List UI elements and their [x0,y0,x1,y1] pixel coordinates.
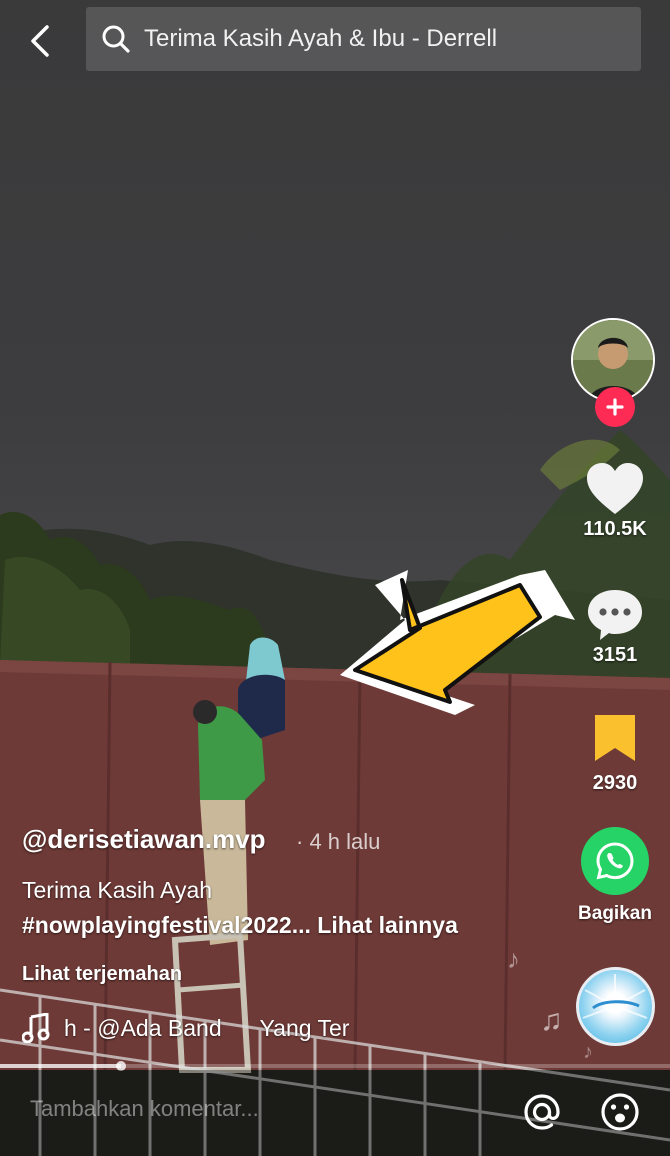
hashtag-line: #nowplayingfestival2022... Lihat lainnya [22,912,458,939]
heart-icon [587,463,643,514]
music-title: h - @Ada Band Yang Ter [64,1014,350,1041]
music-disc[interactable] [576,967,655,1046]
music-ticker[interactable]: h - @Ada Band Yang Ter [22,1011,372,1045]
see-more-link[interactable]: Lihat lainnya [317,912,458,938]
progress-fill [0,1064,121,1068]
emoji-icon[interactable] [598,1090,642,1134]
video-progress-bar[interactable] [0,1061,670,1071]
share-label: Bagikan [578,903,652,924]
like-button[interactable]: 110.5K [575,462,655,541]
comment-input[interactable]: Tambahkan komentar... [30,1096,259,1122]
svg-text:♪: ♪ [583,1041,593,1063]
svg-text:♪: ♪ [507,944,520,974]
see-translation-link[interactable]: Lihat terjemahan [22,963,182,986]
comment-count: 3151 [592,644,638,666]
back-button[interactable] [18,18,64,64]
comment-bubble-icon [588,590,642,640]
search-query: Terima Kasih Ayah & Ibu - Derrell [144,25,498,52]
plus-icon [606,398,624,416]
music-note-icon [22,1013,50,1043]
post-time: · 4 h lalu [296,829,381,854]
search-bar[interactable]: Terima Kasih Ayah & Ibu - Derrell [86,7,641,71]
comment-button[interactable]: 3151 [575,588,655,667]
post-username[interactable]: @derisetiawan.mvp [22,824,266,855]
save-button[interactable]: 2930 [575,712,655,795]
follow-button[interactable] [595,387,635,427]
comment-bar: Tambahkan komentar... [0,1070,670,1156]
mention-icon[interactable] [520,1090,564,1134]
hashtags[interactable]: #nowplayingfestival2022... [22,912,311,938]
search-icon [100,23,132,55]
whatsapp-icon [581,827,649,895]
post-caption: Terima Kasih Ayah [22,877,213,903]
album-cover-icon [582,974,648,1019]
share-button[interactable]: Bagikan [575,827,655,925]
save-count: 2930 [592,772,638,794]
svg-text:♫: ♫ [540,1004,563,1037]
video-screen[interactable]: ♪ ♫ ♪ Terima Kasih Ayah & Ibu - Derrell [0,0,670,1156]
bookmark-icon [595,715,635,761]
chevron-left-icon [31,25,49,57]
like-count: 110.5K [583,518,647,540]
